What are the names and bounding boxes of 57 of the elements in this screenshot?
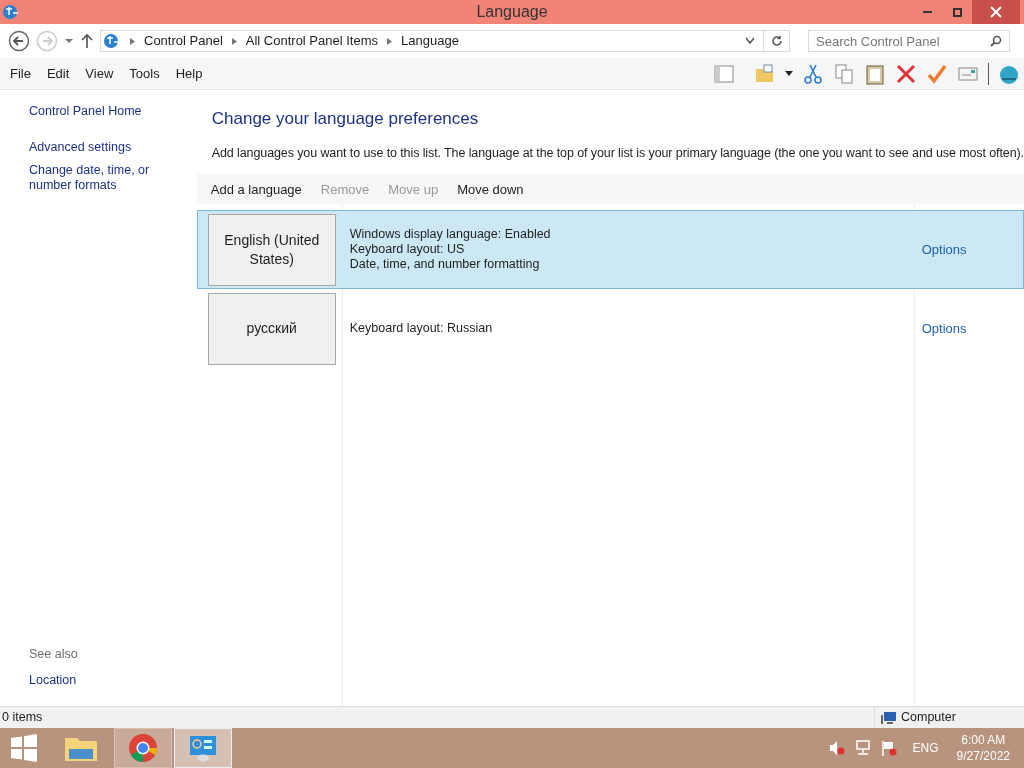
control-panel-icon (188, 733, 218, 763)
language-tile[interactable]: English (United States) (207, 213, 336, 286)
dropdown-icon[interactable] (785, 70, 793, 77)
chevron-icon (387, 37, 392, 45)
taskbar-button[interactable] (114, 728, 172, 768)
action-button[interactable]: Add a language (210, 179, 302, 199)
breadcrumb[interactable]: Language (401, 31, 459, 51)
description: Add languages you want to use to this list. The language at the top of your list is your primary language (the one you want to see and use most often). (210, 144, 1024, 162)
menu-item[interactable]: Edit (38, 63, 78, 84)
language-detail: Keyboard layout: US (349, 242, 466, 258)
action-button[interactable]: Move down (457, 179, 524, 199)
speaker-muted-icon[interactable] (828, 740, 845, 756)
language-row[interactable]: English (United States) Windows display language: Enabled Keyboard layout: US Date, time, and number formatting Options (196, 210, 1024, 290)
chevron-icon (130, 37, 135, 45)
page-heading: Change your language preferences (210, 108, 480, 130)
breadcrumb[interactable]: All Control Panel Items (245, 31, 378, 51)
location-label: Computer (901, 709, 956, 727)
language-tile[interactable]: русский (207, 292, 336, 365)
folder-icon[interactable] (754, 62, 776, 85)
address-bar[interactable]: Control Panel All Control Panel Items Language (100, 30, 790, 52)
browser-icon (128, 733, 158, 763)
language-detail: Date, time, and number formatting (349, 257, 541, 273)
clipboard-icon[interactable] (864, 62, 886, 85)
menu-item[interactable]: Tools (121, 63, 168, 84)
chevron-down-icon[interactable] (745, 37, 755, 45)
see-also-heading: See also (29, 645, 79, 663)
language-detail: Windows display language: Enabled (349, 227, 551, 243)
checkmark-icon[interactable] (926, 62, 948, 85)
menu-item[interactable]: View (77, 63, 122, 84)
chevron-icon (231, 37, 237, 45)
sidebar-link[interactable]: Control Panel Home (29, 104, 193, 119)
language-detail: Keyboard layout: Russian (349, 321, 493, 337)
delete-icon[interactable] (895, 62, 917, 85)
sidebar-link[interactable]: Location (29, 671, 193, 690)
menu-item[interactable]: File (0, 63, 39, 84)
sidebar-link[interactable]: Advanced settings (29, 140, 193, 155)
back-icon[interactable] (8, 30, 30, 52)
close-button[interactable] (972, 0, 1020, 24)
copy-icon[interactable] (833, 62, 855, 85)
breadcrumb[interactable]: Control Panel (144, 31, 223, 51)
sidebar-link[interactable]: Change date, time, or number formats (29, 163, 193, 193)
flag-icon[interactable] (880, 740, 897, 756)
computer-icon (881, 710, 897, 725)
refresh-icon[interactable] (770, 35, 783, 47)
item-count: 0 items (1, 709, 43, 727)
language-row[interactable]: русский Keyboard layout: Russian Options (196, 289, 1024, 369)
scissors-icon[interactable] (802, 62, 824, 85)
search-icon[interactable] (990, 35, 1002, 47)
up-arrow-icon[interactable] (80, 33, 94, 49)
options-link[interactable]: Options (921, 319, 967, 339)
search-field[interactable]: Search Control Panel (808, 30, 1010, 52)
window-title: Language (476, 2, 548, 22)
options-link[interactable]: Options (921, 240, 967, 260)
menu-item[interactable]: Help (167, 63, 211, 84)
network-icon[interactable] (854, 740, 871, 756)
windows-logo-icon[interactable] (10, 734, 38, 762)
close-icon (990, 6, 1002, 18)
